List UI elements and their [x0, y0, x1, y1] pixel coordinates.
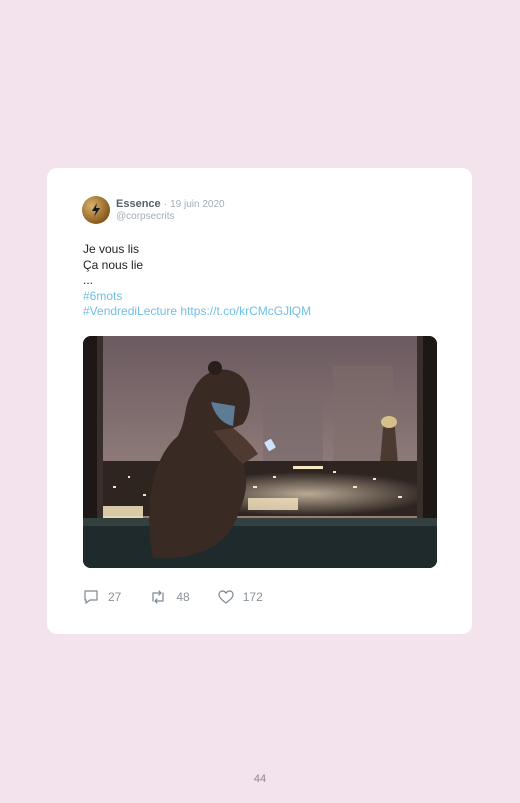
tweet-text: Je vous lis Ça nous lie ... #6mots #Vend…	[83, 242, 311, 320]
retweet-icon	[152, 589, 164, 604]
author-handle[interactable]: @corpsecrits	[116, 211, 225, 223]
reply-button[interactable]: 27	[83, 589, 121, 604]
reply-icon	[84, 590, 98, 604]
heart-icon	[218, 589, 234, 604]
tweet-line: Je vous lis	[83, 242, 140, 256]
like-button[interactable]: 172	[218, 590, 263, 604]
tweet-actions: 27 48 172	[83, 589, 291, 604]
reply-count: 27	[108, 589, 122, 604]
tweet-date[interactable]: 19 juin 2020	[170, 199, 225, 210]
tweet-line: Ça nous lie	[83, 257, 144, 272]
like-count: 172	[242, 589, 263, 604]
tweet-card: Essence · 19 juin 2020 @corpsecrits Je v…	[47, 168, 472, 634]
tweet-header: Essence · 19 juin 2020 @corpsecrits	[82, 196, 225, 224]
url-link[interactable]: https://t.co/krCMcGJlQM	[180, 304, 311, 318]
tweet-line: ...	[83, 273, 94, 287]
lightning-icon	[92, 203, 100, 217]
retweet-button[interactable]: 48	[149, 589, 190, 604]
separator-dot: ·	[163, 198, 168, 210]
avatar[interactable]	[82, 196, 110, 224]
hashtag-link[interactable]: #6mots	[83, 289, 122, 303]
page-number: 44	[253, 773, 267, 785]
author-name[interactable]: Essence	[116, 198, 161, 210]
retweet-count: 48	[176, 589, 190, 604]
hashtag-link[interactable]: #VendrediLecture	[83, 304, 177, 318]
tweet-photo[interactable]	[83, 336, 437, 568]
